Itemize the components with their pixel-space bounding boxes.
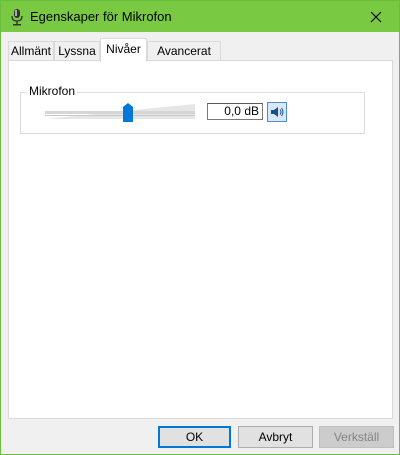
tab-avancerat[interactable]: Avancerat	[147, 41, 221, 61]
db-value-field[interactable]: 0,0 dB	[207, 103, 263, 120]
mute-button[interactable]	[267, 102, 287, 122]
tab-lyssna[interactable]: Lyssna	[54, 41, 100, 61]
volume-slider-thumb[interactable]	[122, 103, 133, 122]
ok-button[interactable]: OK	[158, 426, 231, 448]
window-title: Egenskaper för Mikrofon	[30, 9, 172, 24]
apply-button[interactable]: Verkställ	[319, 426, 394, 448]
close-button[interactable]	[353, 1, 399, 32]
title-bar[interactable]: Egenskaper för Mikrofon	[1, 1, 399, 32]
close-icon	[370, 11, 382, 22]
microphone-level-group: Mikrofon 0,0 dB	[20, 84, 365, 134]
cancel-button[interactable]: Avbryt	[238, 426, 313, 448]
dialog-window: Egenskaper för Mikrofon Allmänt Lyssna N…	[0, 0, 400, 455]
volume-slider-track[interactable]	[45, 104, 195, 120]
group-label: Mikrofon	[27, 84, 78, 98]
microphone-icon	[11, 9, 23, 26]
tab-panel-levels: Mikrofon 0,0 dB	[8, 60, 393, 419]
tab-allmant[interactable]: Allmänt	[8, 41, 54, 61]
speaker-icon	[271, 107, 284, 117]
tab-nivaer[interactable]: Nivåer	[100, 38, 147, 62]
